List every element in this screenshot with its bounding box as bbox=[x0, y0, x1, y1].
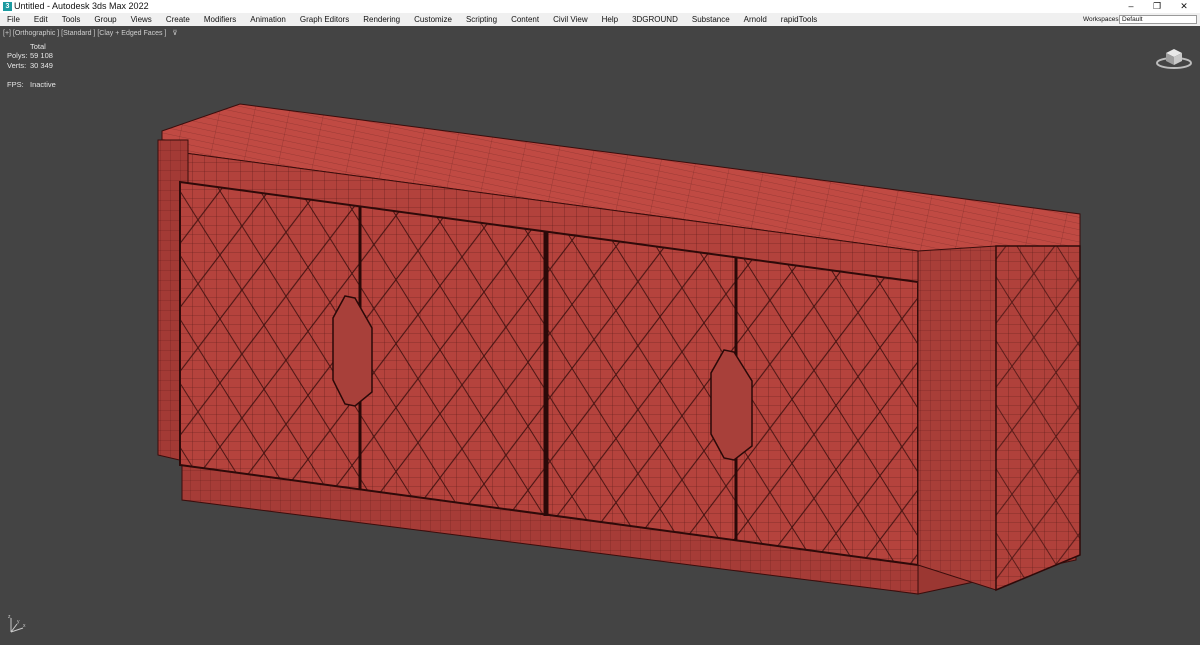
menu-tools[interactable]: Tools bbox=[55, 13, 88, 26]
viewport-label[interactable]: [+] [Orthographic ] [Standard ] [Clay + … bbox=[3, 29, 178, 37]
menu-animation[interactable]: Animation bbox=[243, 13, 293, 26]
title-bar: 3 Untitled - Autodesk 3ds Max 2022 – ❐ ✕ bbox=[0, 0, 1200, 13]
workspace-dropdown[interactable]: Default bbox=[1119, 15, 1197, 24]
window-title: Untitled - Autodesk 3ds Max 2022 bbox=[14, 1, 149, 11]
menu-graph-editors[interactable]: Graph Editors bbox=[293, 13, 356, 26]
menu-content[interactable]: Content bbox=[504, 13, 546, 26]
menu-modifiers[interactable]: Modifiers bbox=[197, 13, 243, 26]
menu-file[interactable]: File bbox=[0, 13, 27, 26]
close-button[interactable]: ✕ bbox=[1168, 0, 1200, 13]
workspaces-label: Workspaces: bbox=[1083, 16, 1121, 23]
menu-3dground[interactable]: 3DGROUND bbox=[625, 13, 685, 26]
menu-substance[interactable]: Substance bbox=[685, 13, 737, 26]
stats-header: Total bbox=[30, 42, 46, 51]
sideboard-model[interactable] bbox=[0, 26, 1200, 645]
menu-rendering[interactable]: Rendering bbox=[356, 13, 407, 26]
axis-x-label: x bbox=[23, 623, 26, 629]
polys-value: 59 108 bbox=[30, 51, 53, 61]
axis-tripod: x y z bbox=[8, 614, 26, 633]
axis-y-label: y bbox=[17, 619, 20, 625]
menu-edit[interactable]: Edit bbox=[27, 13, 55, 26]
menu-civil-view[interactable]: Civil View bbox=[546, 13, 595, 26]
fps-label: FPS: bbox=[7, 79, 24, 89]
viewport-label-text[interactable]: [+] [Orthographic ] [Standard ] [Clay + … bbox=[3, 30, 166, 37]
menu-arnold[interactable]: Arnold bbox=[737, 13, 774, 26]
filter-icon[interactable]: ⊽ bbox=[172, 30, 177, 37]
menu-items: File Edit Tools Group Views Create Modifiers An… bbox=[0, 13, 824, 26]
polys-label: Polys: bbox=[7, 51, 28, 61]
menu-create[interactable]: Create bbox=[159, 13, 197, 26]
menu-customize[interactable]: Customize bbox=[407, 13, 459, 26]
menu-bar: File Edit Tools Group Views Create Modifiers An… bbox=[0, 13, 1200, 26]
menu-scripting[interactable]: Scripting bbox=[459, 13, 504, 26]
fps-value: Inactive bbox=[30, 79, 56, 89]
3ds-max-icon[interactable]: 3 bbox=[3, 2, 12, 11]
verts-label: Verts: bbox=[7, 60, 27, 70]
menu-views[interactable]: Views bbox=[124, 13, 159, 26]
viewcube[interactable] bbox=[1155, 45, 1193, 71]
menu-help[interactable]: Help bbox=[595, 13, 625, 26]
menu-group[interactable]: Group bbox=[87, 13, 123, 26]
viewport[interactable]: [+] [Orthographic ] [Standard ] [Clay + … bbox=[0, 26, 1200, 645]
verts-value: 30 349 bbox=[30, 60, 53, 70]
menu-rapidtools[interactable]: rapidTools bbox=[774, 13, 824, 26]
